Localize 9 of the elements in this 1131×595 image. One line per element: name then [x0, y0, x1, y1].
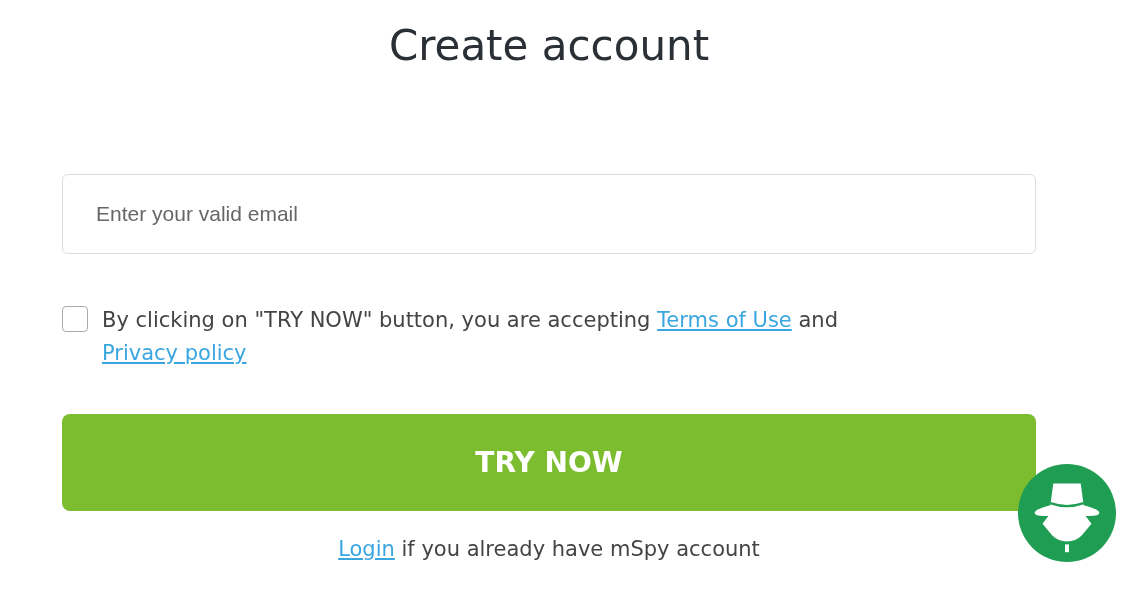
email-field[interactable]: Enter your valid email [62, 174, 1036, 254]
login-link[interactable]: Login [338, 537, 395, 561]
checkbox[interactable] [62, 306, 88, 332]
terms-link[interactable]: Terms of Use [657, 308, 792, 332]
terms-link[interactable]: Privacy policy [102, 341, 247, 365]
agreement-text: By clicking on "TRY NOW" button, you are accepting Terms of Use and Privacy policy [102, 307, 839, 367]
try-now-button[interactable]: TRY NOW [62, 414, 1036, 511]
page-title: Create account [387, 20, 711, 72]
spy-mascot-icon[interactable] [1018, 464, 1116, 562]
